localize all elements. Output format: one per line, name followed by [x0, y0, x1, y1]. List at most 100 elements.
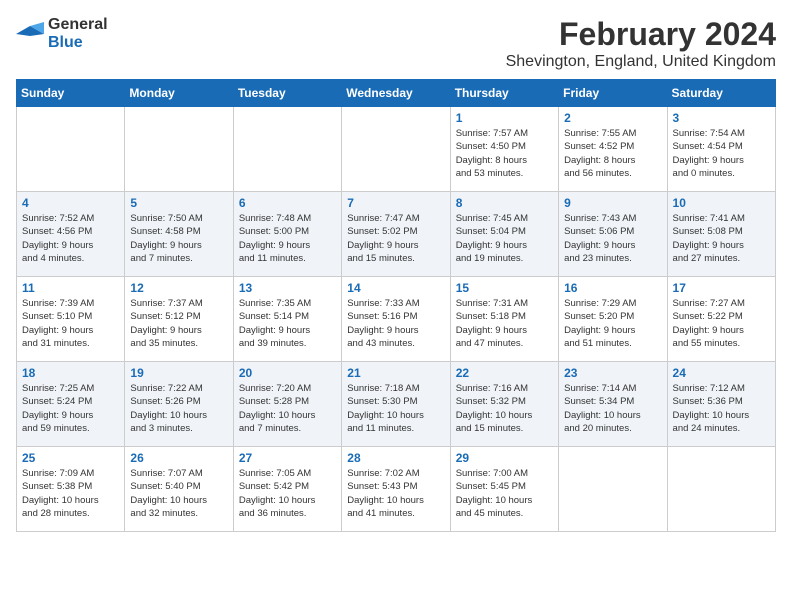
calendar-cell — [559, 447, 667, 532]
calendar-cell: 10Sunrise: 7:41 AM Sunset: 5:08 PM Dayli… — [667, 192, 775, 277]
day-info: Sunrise: 7:50 AM Sunset: 4:58 PM Dayligh… — [130, 212, 227, 265]
day-info: Sunrise: 7:20 AM Sunset: 5:28 PM Dayligh… — [239, 382, 336, 435]
day-info: Sunrise: 7:27 AM Sunset: 5:22 PM Dayligh… — [673, 297, 770, 350]
day-info: Sunrise: 7:54 AM Sunset: 4:54 PM Dayligh… — [673, 127, 770, 180]
logo-bird-icon — [16, 22, 44, 46]
calendar-cell: 12Sunrise: 7:37 AM Sunset: 5:12 PM Dayli… — [125, 277, 233, 362]
day-info: Sunrise: 7:22 AM Sunset: 5:26 PM Dayligh… — [130, 382, 227, 435]
day-info: Sunrise: 7:35 AM Sunset: 5:14 PM Dayligh… — [239, 297, 336, 350]
day-header-saturday: Saturday — [667, 80, 775, 107]
day-number: 3 — [673, 111, 770, 125]
calendar-table: SundayMondayTuesdayWednesdayThursdayFrid… — [16, 79, 776, 532]
day-header-tuesday: Tuesday — [233, 80, 341, 107]
day-number: 20 — [239, 366, 336, 380]
day-number: 21 — [347, 366, 444, 380]
day-number: 14 — [347, 281, 444, 295]
day-info: Sunrise: 7:00 AM Sunset: 5:45 PM Dayligh… — [456, 467, 553, 520]
day-info: Sunrise: 7:48 AM Sunset: 5:00 PM Dayligh… — [239, 212, 336, 265]
day-info: Sunrise: 7:45 AM Sunset: 5:04 PM Dayligh… — [456, 212, 553, 265]
calendar-cell: 4 Sunrise: 7:52 AM Sunset: 4:56 PM Daylig… — [17, 192, 125, 277]
calendar-cell: 20 Sunrise: 7:20 AM Sunset: 5:28 PM Dayli… — [233, 362, 341, 447]
day-header-friday: Friday — [559, 80, 667, 107]
logo: General Blue — [16, 16, 108, 51]
day-number: 16 — [564, 281, 661, 295]
day-number: 17 — [673, 281, 770, 295]
calendar-cell: 18Sunrise: 7:25 AM Sunset: 5:24 PM Dayli… — [17, 362, 125, 447]
title-block: February 2024 Shevington, England, Unite… — [506, 16, 776, 71]
day-info: Sunrise: 7:43 AM Sunset: 5:06 PM Dayligh… — [564, 212, 661, 265]
day-number: 19 — [130, 366, 227, 380]
day-info: Sunrise: 7:09 AM Sunset: 5:38 PM Dayligh… — [22, 467, 119, 520]
day-info: Sunrise: 7:07 AM Sunset: 5:40 PM Dayligh… — [130, 467, 227, 520]
calendar-cell: 3 Sunrise: 7:54 AM Sunset: 4:54 PM Daylig… — [667, 107, 775, 192]
calendar-cell — [342, 107, 450, 192]
day-header-wednesday: Wednesday — [342, 80, 450, 107]
day-number: 13 — [239, 281, 336, 295]
day-info: Sunrise: 7:52 AM Sunset: 4:56 PM Dayligh… — [22, 212, 119, 265]
calendar-cell: 15Sunrise: 7:31 AM Sunset: 5:18 PM Dayli… — [450, 277, 558, 362]
day-number: 22 — [456, 366, 553, 380]
day-info: Sunrise: 7:16 AM Sunset: 5:32 PM Dayligh… — [456, 382, 553, 435]
day-info: Sunrise: 7:14 AM Sunset: 5:34 PM Dayligh… — [564, 382, 661, 435]
calendar-cell: 23 Sunrise: 7:14 AM Sunset: 5:34 PM Dayli… — [559, 362, 667, 447]
day-info: Sunrise: 7:29 AM Sunset: 5:20 PM Dayligh… — [564, 297, 661, 350]
calendar-cell: 26 Sunrise: 7:07 AM Sunset: 5:40 PM Dayli… — [125, 447, 233, 532]
day-number: 2 — [564, 111, 661, 125]
day-info: Sunrise: 7:12 AM Sunset: 5:36 PM Dayligh… — [673, 382, 770, 435]
day-info: Sunrise: 7:55 AM Sunset: 4:52 PM Dayligh… — [564, 127, 661, 180]
calendar-cell: 17 Sunrise: 7:27 AM Sunset: 5:22 PM Dayli… — [667, 277, 775, 362]
day-header-thursday: Thursday — [450, 80, 558, 107]
logo-text: General Blue — [48, 16, 108, 51]
day-number: 4 — [22, 196, 119, 210]
calendar-cell — [233, 107, 341, 192]
day-number: 26 — [130, 451, 227, 465]
day-number: 23 — [564, 366, 661, 380]
calendar-cell: 6 Sunrise: 7:48 AM Sunset: 5:00 PM Daylig… — [233, 192, 341, 277]
day-number: 6 — [239, 196, 336, 210]
week-row-3: 11 Sunrise: 7:39 AM Sunset: 5:10 PM Dayli… — [17, 277, 776, 362]
calendar-cell: 19 Sunrise: 7:22 AM Sunset: 5:26 PM Dayli… — [125, 362, 233, 447]
calendar-cell: 11 Sunrise: 7:39 AM Sunset: 5:10 PM Dayli… — [17, 277, 125, 362]
day-number: 24 — [673, 366, 770, 380]
calendar-cell: 7Sunrise: 7:47 AM Sunset: 5:02 PM Daylig… — [342, 192, 450, 277]
day-number: 28 — [347, 451, 444, 465]
day-header-monday: Monday — [125, 80, 233, 107]
calendar-cell — [125, 107, 233, 192]
days-header-row: SundayMondayTuesdayWednesdayThursdayFrid… — [17, 80, 776, 107]
week-row-1: 1Sunrise: 7:57 AM Sunset: 4:50 PM Daylig… — [17, 107, 776, 192]
location-subtitle: Shevington, England, United Kingdom — [506, 53, 776, 71]
calendar-cell: 25 Sunrise: 7:09 AM Sunset: 5:38 PM Dayli… — [17, 447, 125, 532]
day-number: 8 — [456, 196, 553, 210]
week-row-4: 18Sunrise: 7:25 AM Sunset: 5:24 PM Dayli… — [17, 362, 776, 447]
calendar-cell: 5Sunrise: 7:50 AM Sunset: 4:58 PM Daylig… — [125, 192, 233, 277]
calendar-cell — [667, 447, 775, 532]
day-number: 29 — [456, 451, 553, 465]
day-info: Sunrise: 7:33 AM Sunset: 5:16 PM Dayligh… — [347, 297, 444, 350]
calendar-cell: 24 Sunrise: 7:12 AM Sunset: 5:36 PM Dayli… — [667, 362, 775, 447]
day-number: 11 — [22, 281, 119, 295]
day-number: 18 — [22, 366, 119, 380]
day-number: 25 — [22, 451, 119, 465]
day-header-sunday: Sunday — [17, 80, 125, 107]
page-header: General Blue February 2024 Shevington, E… — [16, 16, 776, 71]
calendar-cell: 8 Sunrise: 7:45 AM Sunset: 5:04 PM Daylig… — [450, 192, 558, 277]
day-info: Sunrise: 7:02 AM Sunset: 5:43 PM Dayligh… — [347, 467, 444, 520]
day-number: 27 — [239, 451, 336, 465]
calendar-cell: 2 Sunrise: 7:55 AM Sunset: 4:52 PM Daylig… — [559, 107, 667, 192]
month-year-title: February 2024 — [506, 16, 776, 53]
calendar-cell — [17, 107, 125, 192]
calendar-cell: 27 Sunrise: 7:05 AM Sunset: 5:42 PM Dayli… — [233, 447, 341, 532]
calendar-cell: 14 Sunrise: 7:33 AM Sunset: 5:16 PM Dayli… — [342, 277, 450, 362]
day-info: Sunrise: 7:39 AM Sunset: 5:10 PM Dayligh… — [22, 297, 119, 350]
week-row-5: 25 Sunrise: 7:09 AM Sunset: 5:38 PM Dayli… — [17, 447, 776, 532]
day-info: Sunrise: 7:31 AM Sunset: 5:18 PM Dayligh… — [456, 297, 553, 350]
calendar-cell: 16 Sunrise: 7:29 AM Sunset: 5:20 PM Dayli… — [559, 277, 667, 362]
calendar-cell: 29 Sunrise: 7:00 AM Sunset: 5:45 PM Dayli… — [450, 447, 558, 532]
day-number: 9 — [564, 196, 661, 210]
calendar-cell: 13 Sunrise: 7:35 AM Sunset: 5:14 PM Dayli… — [233, 277, 341, 362]
day-info: Sunrise: 7:05 AM Sunset: 5:42 PM Dayligh… — [239, 467, 336, 520]
week-row-2: 4 Sunrise: 7:52 AM Sunset: 4:56 PM Daylig… — [17, 192, 776, 277]
day-number: 10 — [673, 196, 770, 210]
day-info: Sunrise: 7:18 AM Sunset: 5:30 PM Dayligh… — [347, 382, 444, 435]
day-number: 7 — [347, 196, 444, 210]
